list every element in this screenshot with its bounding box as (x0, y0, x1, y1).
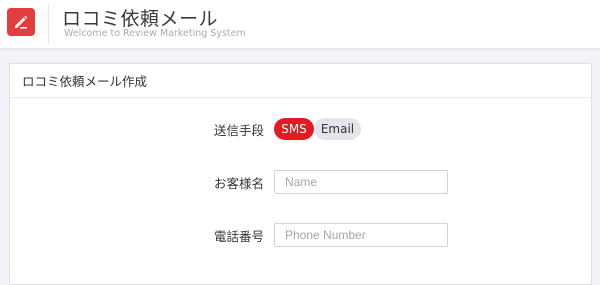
customer-name-input[interactable] (274, 170, 448, 194)
send-method-row: 送信手段 SMS Email (10, 115, 591, 143)
email-option-button[interactable]: Email (314, 118, 361, 140)
app-header: ロコミ依頼メール Welcome to Review Marketing Sys… (0, 0, 600, 49)
sms-option-button[interactable]: SMS (274, 118, 314, 140)
app-logo[interactable] (7, 8, 35, 36)
page-title: ロコミ依頼メール (62, 8, 219, 30)
phone-label: 電話番号 (213, 228, 264, 244)
send-method-label: 送信手段 (213, 122, 264, 138)
review-request-card: ロコミ依頼メール作成 送信手段 SMS Email お客様名 電話番号 (9, 63, 592, 285)
customer-name-label: お客様名 (213, 175, 264, 191)
page-subtitle: Welcome to Review Marketing System (64, 28, 246, 39)
card-title: ロコミ依頼メール作成 (10, 64, 591, 98)
header-divider (48, 4, 49, 44)
phone-number-input[interactable] (274, 223, 448, 247)
pencil-icon (15, 15, 28, 29)
phone-row: 電話番号 (10, 221, 591, 249)
customer-name-row: お客様名 (10, 168, 591, 196)
